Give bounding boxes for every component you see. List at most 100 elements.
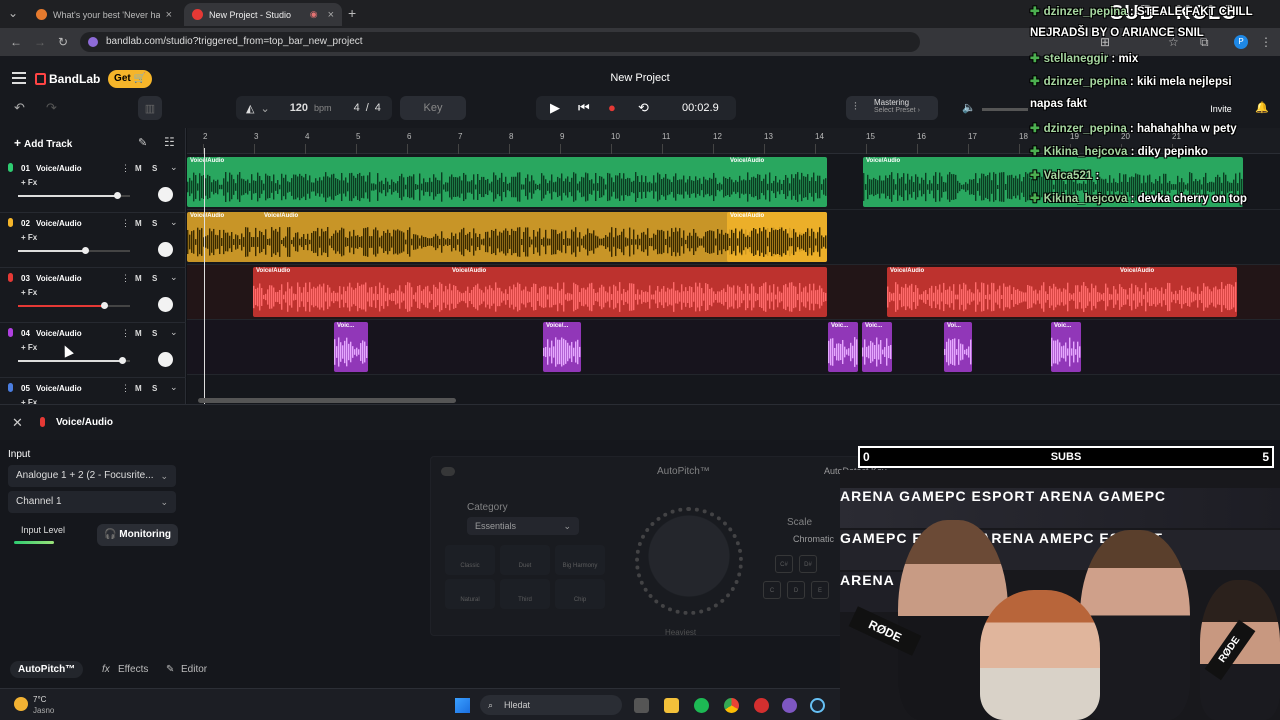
volume-slider[interactable] xyxy=(18,192,130,199)
input-device-select[interactable]: Analogue 1 + 2 (2 - Focusrite... ⌄ xyxy=(8,465,176,487)
audio-clip[interactable]: Voice/Audio xyxy=(727,212,827,262)
track-name[interactable]: Voice/Audio xyxy=(36,384,82,393)
audio-clip[interactable]: Voice/Audio Voice/Audio xyxy=(187,157,827,207)
add-fx-button[interactable]: + Fx xyxy=(21,288,37,297)
track-name[interactable]: Voice/Audio xyxy=(36,274,82,283)
undo-icon[interactable]: ↶ xyxy=(14,100,25,116)
app-logo[interactable]: BandLab xyxy=(49,72,100,86)
obs-icon[interactable] xyxy=(754,698,769,713)
mute-button[interactable]: M xyxy=(135,164,142,173)
steam-icon[interactable] xyxy=(810,698,825,713)
taskbar-search[interactable]: ⌕ Hledat xyxy=(480,695,622,715)
skip-back-icon[interactable]: ⏮ xyxy=(578,100,590,116)
track-name[interactable]: Voice/Audio xyxy=(36,219,82,228)
audio-clip[interactable]: Voic... xyxy=(862,322,892,372)
add-fx-button[interactable]: + Fx xyxy=(21,233,37,242)
autopitch-style-button[interactable]: Natural xyxy=(445,579,495,609)
reload-icon[interactable]: ↻ xyxy=(58,35,68,49)
address-bar[interactable]: bandlab.com/studio?triggered_from=top_ba… xyxy=(80,32,920,52)
windows-start-icon[interactable] xyxy=(455,698,470,713)
autopitch-style-button[interactable]: Classic xyxy=(445,545,495,575)
tab-autopitch[interactable]: AutoPitch™ xyxy=(10,661,84,678)
browser-tab-active[interactable]: New Project - Studio ◉ × xyxy=(184,3,342,26)
master-volume-slider[interactable] xyxy=(982,108,1028,111)
track-options-icon[interactable]: ⋮ xyxy=(121,328,130,339)
menu-icon[interactable] xyxy=(12,72,26,87)
chevron-down-icon[interactable]: ⌄ xyxy=(170,162,178,173)
project-title[interactable]: New Project xyxy=(590,72,690,84)
key-button[interactable]: Key xyxy=(400,96,466,120)
audio-clip[interactable]: Voice/... xyxy=(543,322,581,372)
solo-button[interactable]: S xyxy=(152,384,157,393)
chevron-down-icon[interactable]: ⌄ xyxy=(170,272,178,283)
metronome-icon[interactable]: ◭ xyxy=(246,102,254,115)
scale-select[interactable]: Chromatic xyxy=(793,534,834,544)
scale-key-button[interactable]: C# xyxy=(775,555,793,573)
tab-list-icon[interactable]: ⌄ xyxy=(8,6,18,20)
category-select[interactable]: Essentials ⌄ xyxy=(467,517,579,535)
track-name[interactable]: Voice/Audio xyxy=(36,329,82,338)
close-tab-icon[interactable]: × xyxy=(328,9,334,21)
track-lane[interactable]: Voic... Voice/... Voic... Voic... Voi... Voic… xyxy=(187,320,1280,375)
close-editor-icon[interactable]: ✕ xyxy=(12,415,23,431)
volume-slider[interactable] xyxy=(18,302,130,309)
track-lane[interactable]: Voice/Audio Voice/Audio Voice/Audio xyxy=(187,210,1280,265)
time-signature-denominator[interactable]: 4 xyxy=(375,102,381,114)
track-options-icon[interactable]: ⋮ xyxy=(121,273,130,284)
add-fx-button[interactable]: + Fx xyxy=(21,178,37,187)
tempo-value[interactable]: 120 xyxy=(290,102,308,114)
autopitch-style-button[interactable]: Duet xyxy=(500,545,550,575)
loop-record-icon[interactable]: ▥ xyxy=(138,96,162,120)
file-explorer-icon[interactable] xyxy=(664,698,679,713)
site-info-icon[interactable] xyxy=(88,37,98,47)
scale-key-button[interactable]: E xyxy=(811,581,829,599)
horizontal-scrollbar[interactable] xyxy=(198,398,456,403)
volume-knob[interactable] xyxy=(82,247,90,254)
forward-icon[interactable]: → xyxy=(34,35,46,49)
monitoring-button[interactable]: 🎧 Monitoring xyxy=(97,524,178,546)
volume-slider[interactable] xyxy=(18,247,130,254)
chrome-icon[interactable] xyxy=(724,698,739,713)
track-options-icon[interactable]: ⋮ xyxy=(121,383,130,394)
add-fx-button[interactable]: + Fx xyxy=(21,343,37,352)
time-signature-numerator[interactable]: 4 xyxy=(354,102,360,114)
play-icon[interactable]: ▶ xyxy=(550,100,560,116)
pencil-icon[interactable]: ✎ xyxy=(138,136,147,149)
chevron-down-icon[interactable]: ⌄ xyxy=(170,382,178,393)
track-header[interactable]: 04 Voice/Audio + Fx ⋮ M S ⌄ xyxy=(0,324,186,378)
track-options-icon[interactable]: ⋮ xyxy=(121,218,130,229)
playhead[interactable] xyxy=(204,148,205,404)
track-name[interactable]: Voice/Audio xyxy=(36,164,82,173)
back-icon[interactable]: ← xyxy=(10,35,22,49)
close-tab-icon[interactable]: × xyxy=(166,9,172,21)
audio-clip[interactable]: Voic... xyxy=(1051,322,1081,372)
mute-button[interactable]: M xyxy=(135,329,142,338)
audio-clip[interactable]: Voic... xyxy=(828,322,858,372)
volume-knob[interactable] xyxy=(113,192,121,199)
spotify-icon[interactable] xyxy=(694,698,709,713)
speaker-icon[interactable]: 🔈 xyxy=(962,101,976,114)
track-header[interactable]: 01 Voice/Audio + Fx ⋮ M S ⌄ xyxy=(0,159,186,213)
autopitch-style-button[interactable]: Third xyxy=(500,579,550,609)
redo-icon[interactable]: ↷ xyxy=(46,100,57,116)
record-icon[interactable]: ● xyxy=(608,100,616,115)
audio-clip[interactable]: Voic... xyxy=(334,322,368,372)
audio-clip[interactable]: Voi... xyxy=(944,322,972,372)
pan-knob[interactable] xyxy=(158,242,173,257)
tracks-settings-icon[interactable]: ☷ xyxy=(164,135,175,149)
mastering-button[interactable]: ⫶ Mastering Select Preset › xyxy=(846,96,938,120)
solo-button[interactable]: S xyxy=(152,274,157,283)
mute-button[interactable]: M xyxy=(135,274,142,283)
browser-tab[interactable]: What's your best 'Never have I × xyxy=(28,3,180,26)
new-tab-button[interactable]: + xyxy=(348,5,356,21)
pan-knob[interactable] xyxy=(158,297,173,312)
loop-icon[interactable]: ⟲ xyxy=(638,100,649,116)
volume-knob[interactable] xyxy=(119,357,127,364)
audio-clip[interactable]: Voice/Audio Voice/Audio xyxy=(887,267,1237,317)
autopitch-style-button[interactable]: Big Harmony xyxy=(555,545,605,575)
track-lane[interactable]: Voice/Audio Voice/Audio Voice/Audio Voice/A… xyxy=(187,265,1280,320)
solo-button[interactable]: S xyxy=(152,329,157,338)
tab-effects[interactable]: Effects xyxy=(118,664,148,675)
mute-button[interactable]: M xyxy=(135,384,142,393)
app-icon[interactable] xyxy=(782,698,797,713)
